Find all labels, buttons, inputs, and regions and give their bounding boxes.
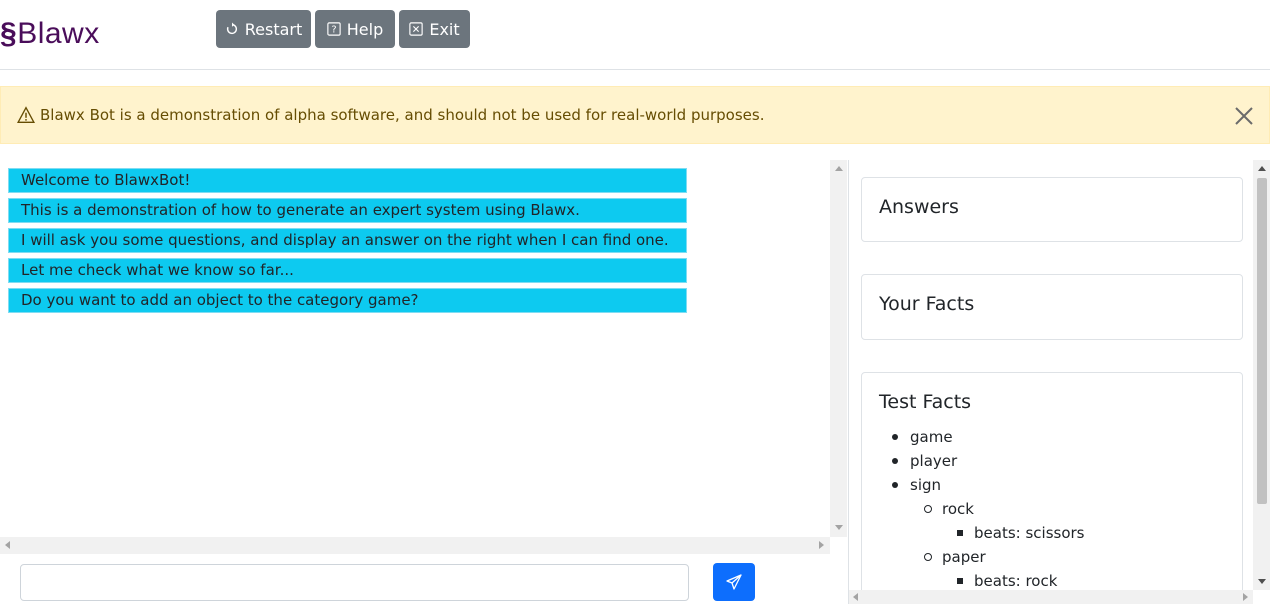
logo[interactable]: §Blawx — [0, 16, 100, 52]
scroll-left-arrow[interactable] — [5, 541, 10, 549]
help-button[interactable]: ? Help — [315, 10, 395, 48]
scroll-left-arrow[interactable] — [853, 593, 858, 601]
chat-messages[interactable]: Welcome to BlawxBot! This is a demonstra… — [0, 160, 830, 537]
chat-vertical-scrollbar[interactable] — [830, 160, 847, 537]
send-icon — [726, 574, 742, 590]
list-item: game — [879, 425, 1084, 449]
send-button[interactable] — [713, 563, 755, 601]
scroll-right-arrow[interactable] — [819, 541, 824, 549]
svg-text:?: ? — [331, 25, 336, 36]
test-facts-list: game player sign rock beats: scissors pa… — [879, 425, 1084, 593]
your-facts-title: Your Facts — [879, 293, 975, 315]
panel-vertical-scrollbar[interactable] — [1253, 160, 1270, 590]
scroll-right-arrow[interactable] — [1243, 593, 1248, 601]
list-item: rock — [879, 497, 1084, 521]
chat-message: Welcome to BlawxBot! — [8, 168, 687, 193]
chat-message: Do you want to add an object to the cate… — [8, 288, 687, 313]
logo-text: Blawx — [17, 17, 100, 50]
list-item: paper — [879, 545, 1084, 569]
exit-button[interactable]: Exit — [399, 10, 470, 48]
answers-card: Answers — [861, 177, 1243, 242]
list-item: beats: scissors — [879, 521, 1084, 545]
restart-label: Restart — [244, 19, 303, 39]
scrollbar-thumb[interactable] — [1257, 178, 1267, 504]
restart-icon — [226, 22, 237, 35]
alert-text: Blawx Bot is a demonstration of alpha so… — [40, 106, 765, 124]
chat-input[interactable] — [20, 564, 689, 601]
chat-message: I will ask you some questions, and displ… — [8, 228, 687, 253]
your-facts-card: Your Facts — [861, 274, 1243, 340]
exit-icon — [409, 22, 424, 36]
list-item: sign — [879, 473, 1084, 497]
scroll-up-arrow[interactable] — [1258, 166, 1266, 171]
scroll-down-arrow[interactable] — [1258, 579, 1266, 584]
panel-horizontal-scrollbar[interactable] — [849, 590, 1253, 604]
help-icon: ? — [327, 22, 341, 36]
exit-label: Exit — [429, 19, 460, 39]
logo-symbol: § — [0, 17, 18, 50]
chat-message: This is a demonstration of how to genera… — [8, 198, 687, 223]
chat-area: Welcome to BlawxBot! This is a demonstra… — [0, 160, 848, 604]
close-icon[interactable] — [1233, 105, 1255, 127]
help-label: Help — [346, 19, 384, 39]
scroll-down-arrow[interactable] — [835, 525, 843, 530]
header: §Blawx Restart ? Help Exit — [0, 0, 1270, 70]
restart-button[interactable]: Restart — [216, 10, 311, 48]
test-facts-card: Test Facts game player sign rock beats: … — [861, 372, 1243, 604]
chat-message: Let me check what we know so far... — [8, 258, 687, 283]
list-item: player — [879, 449, 1084, 473]
scroll-up-arrow[interactable] — [835, 166, 843, 171]
answers-title: Answers — [879, 196, 959, 218]
test-facts-title: Test Facts — [879, 391, 972, 413]
chat-horizontal-scrollbar[interactable] — [0, 537, 830, 554]
warning-icon — [17, 106, 35, 123]
facts-panel: Answers Your Facts Test Facts game playe… — [848, 160, 1270, 604]
alpha-warning-alert: Blawx Bot is a demonstration of alpha so… — [0, 86, 1270, 144]
